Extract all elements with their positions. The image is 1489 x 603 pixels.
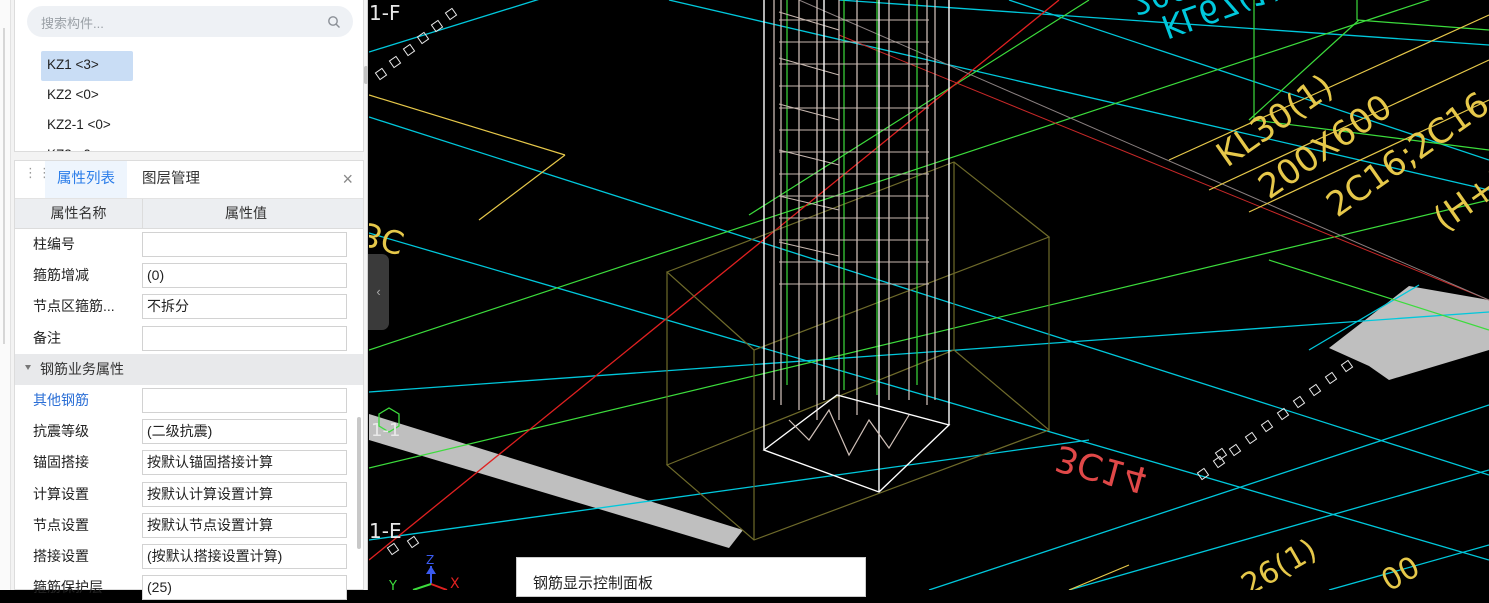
table-row: 计算设置 按默认计算设置计算	[15, 479, 363, 510]
search-placeholder: 搜索构件...	[41, 16, 104, 31]
component-list-panel: 搜索构件... KZ1 <3> KZ2 <0> KZ2-1 <0> KZ3 <0…	[14, 0, 368, 152]
table-row: 抗震等级 (二级抗震)	[15, 416, 363, 447]
properties-scrollbar[interactable]	[357, 417, 361, 549]
property-value-field[interactable]: 按默认节点设置计算	[142, 512, 347, 538]
table-row: 柱编号	[15, 229, 363, 260]
cad-viewport[interactable]: 1-F 1-E 1-1 KL30(1) 200X600 2C16;2C16 (H…	[369, 0, 1489, 590]
property-name: 柱编号	[33, 236, 75, 252]
left-edge-strip	[0, 0, 11, 590]
table-row: 搭接设置 (按默认搭接设置计算)	[15, 541, 363, 572]
property-name: 抗震等级	[33, 423, 89, 440]
axis-x-label: X	[450, 576, 460, 590]
search-icon[interactable]	[327, 15, 341, 29]
property-value-field[interactable]: (25)	[142, 575, 347, 601]
list-item-selected[interactable]: KZ1 <3>	[41, 51, 133, 81]
list-item[interactable]: KZ2 <0>	[41, 81, 125, 111]
property-name-link[interactable]: 其他钢筋	[33, 385, 89, 416]
property-value-field[interactable]	[142, 232, 347, 257]
axis-y-label: Y	[388, 579, 397, 590]
rebar-display-control-panel[interactable]: 钢筋显示控制面板	[516, 557, 866, 597]
table-row: 节点设置 按默认节点设置计算	[15, 510, 363, 541]
close-icon[interactable]: ×	[342, 169, 353, 189]
group-header-rebar[interactable]: 钢筋业务属性	[15, 353, 363, 385]
property-value-field[interactable]: (0)	[142, 263, 347, 289]
grid-label-f: 1-F	[369, 1, 400, 25]
tab-property-list[interactable]: 属性列表	[45, 161, 127, 198]
property-name: 箍筋保护层	[33, 579, 103, 596]
search-input[interactable]: 搜索构件...	[27, 6, 353, 37]
property-name: 节点设置	[33, 516, 89, 533]
properties-panel: ⋮⋮ 属性列表 图层管理 × 属性名称 属性值 柱编号 箍筋增减 (0) 节点区…	[14, 160, 364, 601]
table-row: 锚固搭接 按默认锚固搭接计算	[15, 447, 363, 478]
chevron-left-icon: ‹	[376, 284, 381, 299]
tab-bar: ⋮⋮ 属性列表 图层管理 ×	[15, 161, 363, 199]
property-name: 搭接设置	[33, 547, 89, 564]
property-name: 备注	[33, 329, 61, 346]
list-item[interactable]: KZ3 <0>	[41, 141, 125, 151]
edge-marker	[3, 28, 5, 344]
property-value-field[interactable]	[142, 387, 347, 413]
table-header: 属性名称 属性值	[15, 199, 363, 229]
grid-label-e: 1-E	[369, 519, 402, 543]
property-value-field[interactable]: 不拆分	[142, 294, 347, 320]
property-name: 箍筋增减	[33, 267, 89, 284]
drag-grip-icon[interactable]: ⋮⋮	[24, 166, 51, 188]
column-header-value: 属性值	[225, 205, 267, 221]
property-value-field[interactable]	[142, 325, 347, 351]
group-title: 钢筋业务属性	[40, 360, 124, 377]
list-scrollbar[interactable]	[364, 66, 368, 84]
table-row: 节点区箍筋... 不拆分	[15, 291, 363, 322]
table-row: 其他钢筋	[15, 385, 363, 416]
left-panel: 搜索构件... KZ1 <3> KZ2 <0> KZ2-1 <0> KZ3 <0…	[0, 0, 368, 601]
table-row: 备注	[15, 323, 363, 354]
grid-label-one: 1-1	[371, 420, 400, 441]
component-list: KZ1 <3> KZ2 <0> KZ2-1 <0> KZ3 <0>	[41, 51, 351, 151]
panel-collapse-handle[interactable]: ‹	[368, 254, 389, 330]
property-name: 节点区箍筋...	[33, 298, 115, 315]
property-value-field[interactable]: (按默认搭接设置计算)	[142, 543, 347, 569]
table-row: 箍筋保护层 (25)	[15, 572, 363, 603]
table-row: 箍筋增减 (0)	[15, 260, 363, 291]
column-header-name: 属性名称	[15, 199, 143, 228]
property-value-field[interactable]: 按默认计算设置计算	[142, 481, 347, 507]
property-name: 锚固搭接	[33, 454, 89, 471]
property-name: 计算设置	[33, 485, 89, 502]
property-value-field[interactable]: (二级抗震)	[142, 419, 347, 445]
property-value-field[interactable]: 按默认锚固搭接计算	[142, 450, 347, 476]
tab-layer-management[interactable]: 图层管理	[130, 161, 212, 198]
list-item[interactable]: KZ2-1 <0>	[41, 111, 125, 141]
collapse-arrow-icon[interactable]	[25, 364, 31, 370]
axis-z-label: Z	[426, 553, 434, 567]
